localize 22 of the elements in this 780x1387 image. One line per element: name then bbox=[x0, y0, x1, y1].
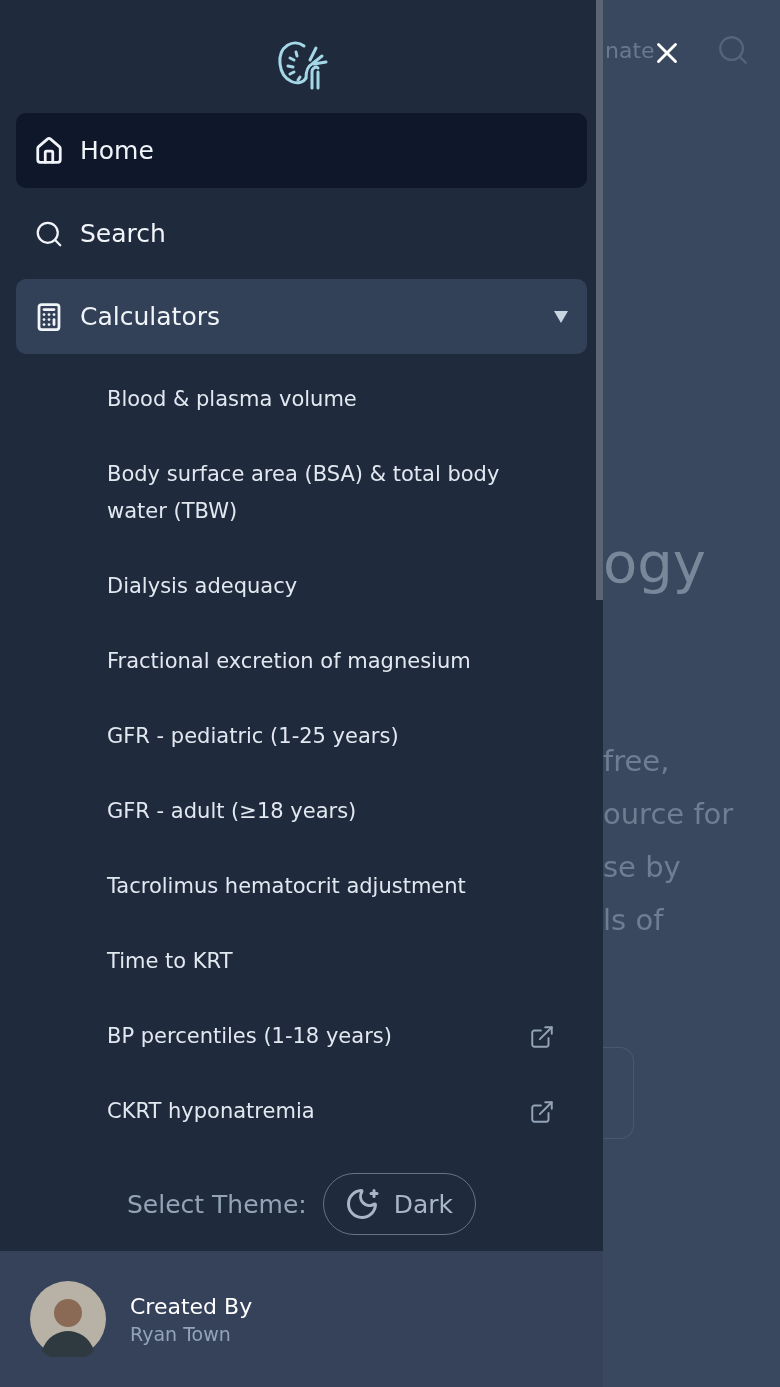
calculator-link[interactable]: CKRT hyponatremia bbox=[107, 1074, 571, 1149]
calculator-link[interactable]: Time to KRT bbox=[107, 924, 571, 999]
calculator-link[interactable]: Tacrolimus hematocrit adjustment bbox=[107, 849, 571, 924]
search-icon bbox=[716, 33, 750, 67]
calculator-link[interactable]: Dialysis adequacy bbox=[107, 549, 571, 624]
creator-title: Created By bbox=[130, 1293, 253, 1319]
calculator-link[interactable]: GFR - adult (≥18 years) bbox=[107, 774, 571, 849]
calculator-link[interactable]: Blood & plasma volume bbox=[107, 362, 571, 437]
calculator-link[interactable]: Fractional excretion of magnesium bbox=[107, 624, 571, 699]
calculator-link[interactable]: GFR - pediatric (1-25 years) bbox=[107, 699, 571, 774]
caret-icon bbox=[553, 309, 569, 324]
calculator-link[interactable]: Body surface area (BSA) & total body water (TBW) bbox=[107, 437, 571, 549]
external-link-icon bbox=[529, 1023, 555, 1050]
background-heading: ogy bbox=[603, 530, 707, 595]
home-icon bbox=[34, 135, 64, 166]
nav-item[interactable]: Calculators bbox=[16, 279, 587, 354]
nav-item[interactable]: Home bbox=[16, 113, 587, 188]
nav-item[interactable]: Search bbox=[16, 196, 587, 271]
calculator-link[interactable]: BP percentiles (1-18 years) bbox=[107, 999, 571, 1074]
theme-label: Select Theme: bbox=[126, 1189, 307, 1219]
external-link-icon bbox=[529, 1098, 555, 1125]
creator-name: Ryan Town bbox=[130, 1322, 232, 1345]
